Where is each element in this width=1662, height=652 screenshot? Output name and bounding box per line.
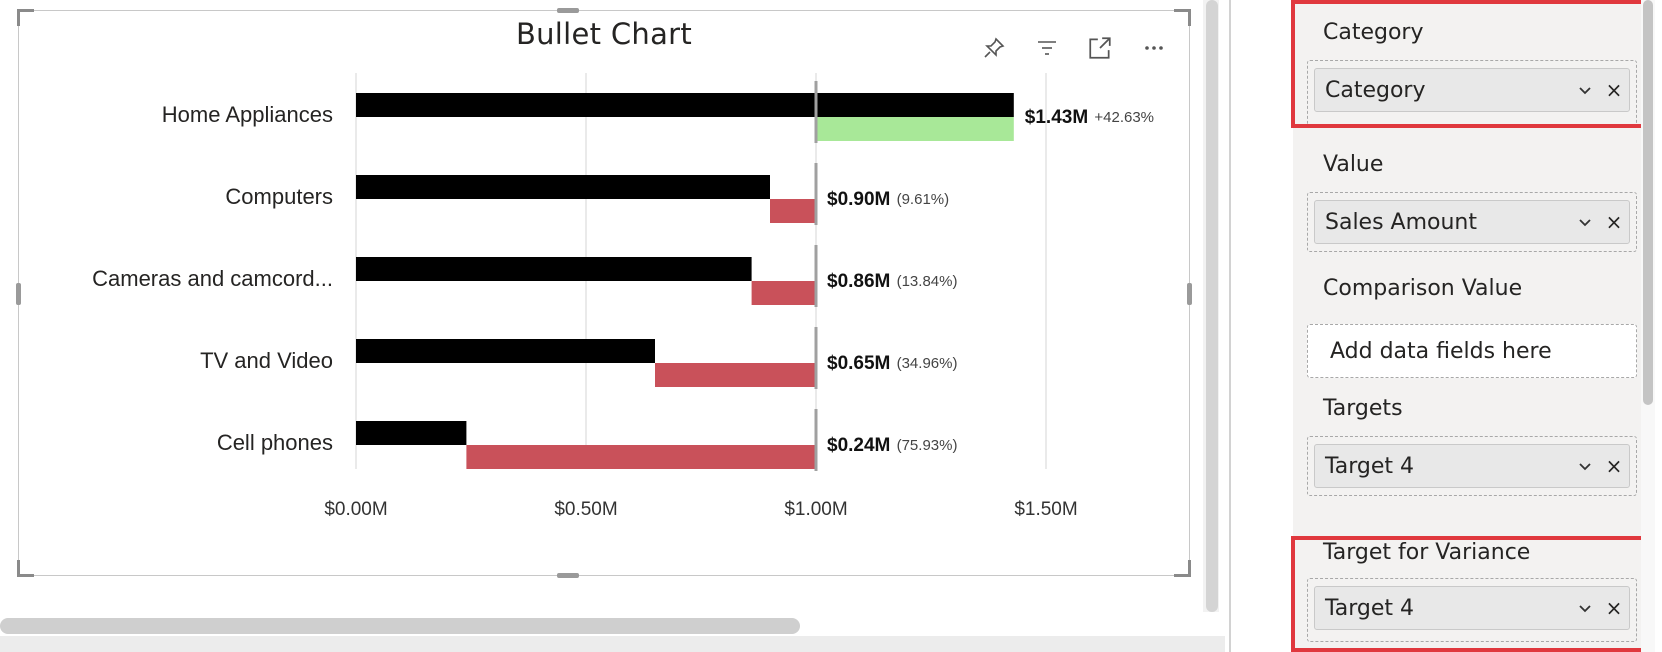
field-pill-label: Target 4 [1325, 453, 1415, 479]
variance-data-label: (34.96%) [897, 355, 958, 372]
variance-data-label: (9.61%) [897, 191, 950, 208]
x-tick-label: $1.00M [784, 499, 847, 520]
chevron-down-icon[interactable] [1571, 452, 1599, 480]
field-pill-label: Sales Amount [1325, 209, 1478, 235]
x-tick-label: $1.50M [1014, 499, 1077, 520]
category-label: Cameras and camcord... [92, 266, 333, 291]
horizontal-scrollbar[interactable] [0, 618, 800, 634]
variance-data-label: +42.63% [1094, 109, 1154, 126]
canvas-bottom-strip [0, 636, 1225, 652]
value-bar [356, 257, 752, 281]
x-tick-label: $0.00M [324, 499, 387, 520]
fields-pane: Category Category × Value Sales Amount ×… [1231, 0, 1662, 652]
category-label: Computers [225, 184, 333, 209]
category-label: TV and Video [200, 348, 333, 373]
value-bar [356, 175, 770, 199]
value-data-label: $0.24M [827, 435, 890, 456]
chart-plot: $0.00M $0.50M $1.00M $1.50M Home Appliances $… [92, 73, 1154, 520]
variance-bar [816, 117, 1014, 141]
well-targets[interactable]: Target 4 × [1307, 436, 1637, 496]
field-pill-target-4[interactable]: Target 4 × [1314, 444, 1630, 488]
well-title-value: Value [1323, 152, 1384, 177]
close-icon[interactable]: × [1599, 452, 1629, 480]
value-data-label: $0.65M [827, 353, 890, 374]
variance-data-label: (13.84%) [897, 273, 958, 290]
value-data-label: $0.90M [827, 189, 890, 210]
bullet-chart-visual[interactable]: Bullet Chart $0.00M $0.50M $1.00M $1.50M Hom… [16, 8, 1192, 578]
well-title-targets: Targets [1323, 396, 1403, 421]
pane-scrollbar[interactable] [1643, 0, 1653, 405]
well-title-comparison-value: Comparison Value [1323, 276, 1523, 301]
variance-bar [751, 281, 816, 305]
close-icon[interactable]: × [1599, 208, 1629, 236]
variance-bar [655, 363, 816, 387]
category-label: Home Appliances [162, 102, 333, 127]
value-bar [356, 339, 655, 363]
highlight-box-target-for-variance [1291, 536, 1653, 652]
variance-data-label: (75.93%) [897, 437, 958, 454]
well-comparison-value-dropzone[interactable]: Add data fields here [1307, 324, 1637, 378]
value-data-label: $0.86M [827, 271, 890, 292]
well-value[interactable]: Sales Amount × [1307, 192, 1637, 252]
report-canvas: Bullet Chart $0.00M $0.50M $1.00M $1.50M Hom… [0, 0, 1225, 652]
variance-bar [770, 199, 816, 223]
highlight-box-category [1291, 0, 1653, 128]
value-bar [356, 93, 1014, 117]
vertical-scrollbar[interactable] [1206, 0, 1218, 612]
value-bar [356, 421, 467, 445]
variance-bar [466, 445, 816, 469]
category-label: Cell phones [217, 430, 333, 455]
chevron-down-icon[interactable] [1571, 208, 1599, 236]
field-pill-sales-amount[interactable]: Sales Amount × [1314, 200, 1630, 244]
value-data-label: $1.43M [1025, 107, 1088, 128]
x-tick-label: $0.50M [554, 499, 617, 520]
